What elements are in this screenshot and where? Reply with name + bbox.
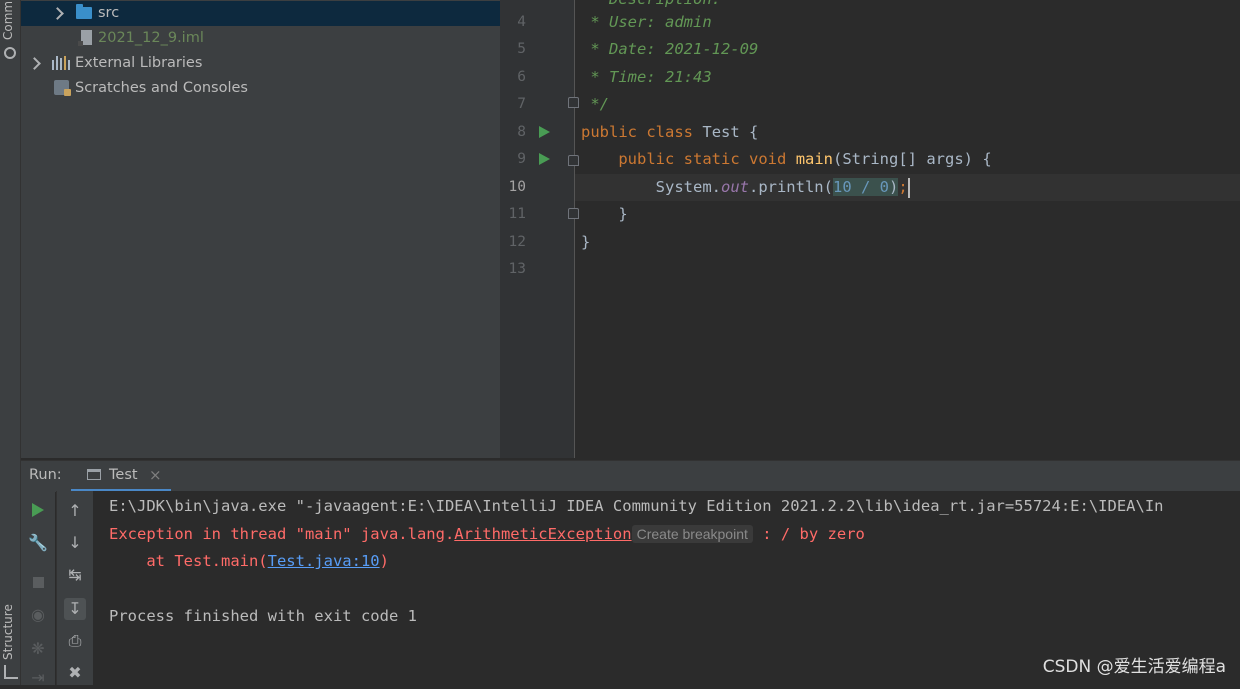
- bug-icon[interactable]: ❋: [27, 638, 49, 660]
- line-number: 4: [517, 14, 526, 30]
- run-tab-test[interactable]: Test ×: [71, 461, 171, 492]
- source-link[interactable]: Test.java:10: [268, 552, 380, 570]
- line-number: 7: [517, 96, 526, 112]
- fold-icon[interactable]: [568, 97, 579, 108]
- left-tool-stripe: Commit Structure: [0, 0, 21, 685]
- code-close-class: }: [581, 233, 591, 251]
- code-comment-user: * User: admin: [581, 13, 712, 31]
- tree-item-scratches[interactable]: Scratches and Consoles: [21, 76, 500, 101]
- code-main-declaration: public static void main(String[] args) {: [618, 150, 992, 168]
- exit-icon[interactable]: ⇥: [27, 667, 49, 689]
- tree-item-label: 2021_12_9.iml: [98, 30, 204, 46]
- commit-icon[interactable]: [4, 47, 16, 59]
- run-toolbar-secondary: ↑ ↓ ↹ ↧ ⎙ ✖: [56, 491, 94, 685]
- arrow-down-icon[interactable]: ↓: [64, 532, 86, 554]
- create-breakpoint-button[interactable]: Create breakpoint: [631, 525, 753, 543]
- wrench-icon[interactable]: 🔧: [27, 532, 49, 554]
- line-number: 13: [508, 261, 526, 277]
- arrow-up-icon[interactable]: ↑: [64, 500, 86, 522]
- console-exception-line: Exception in thread "main" java.lang.Ari…: [109, 525, 865, 543]
- line-number: 6: [517, 69, 526, 85]
- line-number: 12: [508, 234, 526, 250]
- trash-icon[interactable]: ✖: [64, 662, 86, 684]
- console-icon: [87, 469, 101, 480]
- line-number: 8: [517, 124, 526, 140]
- line-number: 11: [508, 206, 526, 222]
- scroll-to-end-icon[interactable]: ↧: [64, 598, 86, 620]
- rerun-icon[interactable]: [27, 499, 49, 521]
- watermark: CSDN @爱生活爱编程a: [1042, 657, 1226, 677]
- code-comment-date: * Date: 2021-12-09: [581, 40, 759, 58]
- print-icon[interactable]: ⎙: [64, 630, 86, 652]
- run-tab-label: Test: [109, 467, 138, 483]
- camera-icon[interactable]: ◉: [27, 604, 49, 626]
- fold-icon[interactable]: [568, 208, 579, 219]
- tree-item-src[interactable]: src: [21, 1, 500, 26]
- commit-tool-label[interactable]: Commit: [1, 0, 15, 40]
- tree-item-label: Scratches and Consoles: [75, 80, 248, 96]
- code-println-line: System.out.println(10 / 0);: [655, 177, 910, 198]
- tree-item-external-libraries[interactable]: External Libraries: [21, 51, 500, 76]
- tree-item-iml[interactable]: 2021_12_9.iml: [21, 26, 500, 51]
- scratches-icon: [54, 80, 71, 96]
- structure-tool-label[interactable]: Structure: [1, 604, 15, 660]
- run-toolbar-primary: 🔧 ◉ ❋ ⇥: [21, 491, 55, 687]
- tree-item-label: src: [98, 5, 120, 21]
- project-tree: src 2021_12_9.iml External Libraries Scr…: [21, 0, 500, 458]
- chevron-right-icon[interactable]: [28, 57, 41, 70]
- run-class-icon[interactable]: [539, 126, 550, 138]
- exception-link[interactable]: ArithmeticException: [454, 525, 631, 543]
- console-command-line: E:\JDK\bin\java.exe "-javaagent:E:\IDEA\…: [109, 497, 1164, 515]
- line-number-current: 10: [508, 179, 526, 195]
- iml-file-icon: [78, 30, 92, 46]
- console-stack-line: at Test.main(Test.java:10): [109, 552, 389, 570]
- run-main-icon[interactable]: [539, 153, 550, 165]
- editor-gutter: 4 5 6 7 8 9 10 11 12 13: [500, 0, 579, 458]
- console-finished-line: Process finished with exit code 1: [109, 607, 417, 625]
- code-close-method: }: [618, 205, 628, 223]
- line-number: 9: [517, 151, 526, 167]
- stop-icon[interactable]: [27, 572, 49, 594]
- close-tab-icon[interactable]: ×: [149, 466, 162, 484]
- text-caret: [907, 177, 910, 198]
- libraries-icon: [52, 56, 70, 70]
- tree-item-label: External Libraries: [75, 55, 203, 71]
- line-number: 5: [517, 41, 526, 57]
- structure-icon[interactable]: [4, 665, 18, 679]
- folder-icon: [76, 4, 92, 19]
- chevron-right-icon[interactable]: [51, 7, 64, 20]
- fold-icon[interactable]: [568, 155, 579, 166]
- run-label: Run:: [29, 467, 62, 483]
- code-class-declaration: public class Test {: [581, 123, 759, 141]
- code-editor[interactable]: 4 5 6 7 8 9 10 11 12 13 * Description: *…: [500, 0, 1240, 458]
- code-comment-end: */: [581, 95, 609, 113]
- soft-wrap-icon[interactable]: ↹: [64, 564, 86, 586]
- code-comment-time: * Time: 21:43: [581, 68, 712, 86]
- run-panel-header: Run: Test ×: [21, 460, 1240, 492]
